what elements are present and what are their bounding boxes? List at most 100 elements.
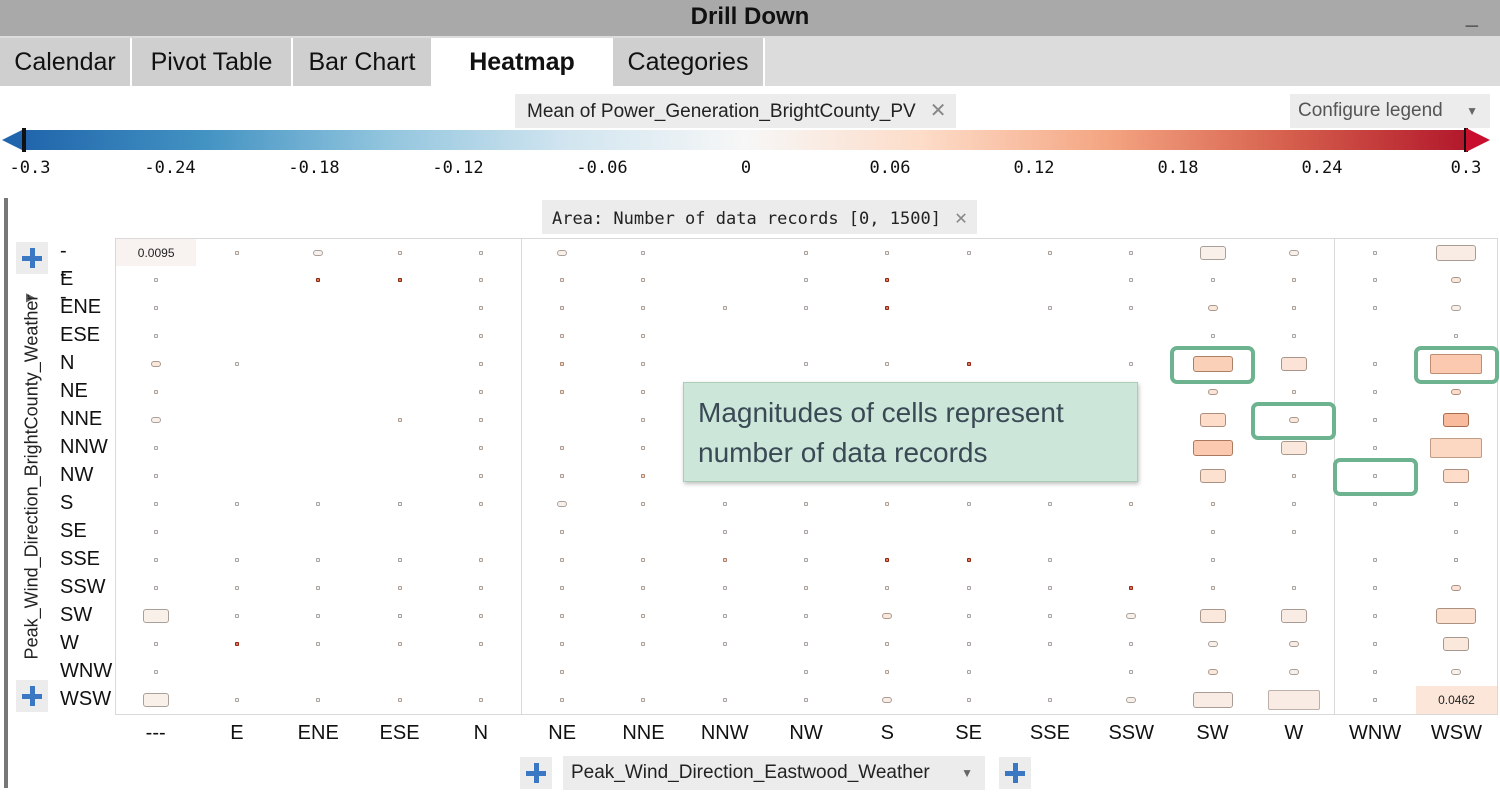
heatmap-cell[interactable] bbox=[846, 686, 929, 715]
heatmap-cell[interactable] bbox=[602, 294, 686, 323]
heatmap-cell[interactable] bbox=[277, 294, 360, 323]
tab-categories[interactable]: Categories bbox=[613, 38, 765, 86]
x-axis-dimension-select[interactable]: Peak_Wind_Direction_Eastwood_Weather ▼ bbox=[563, 756, 985, 790]
area-filter-chip[interactable]: Area: Number of data records [0, 1500] ✕ bbox=[542, 200, 977, 234]
heatmap-cell[interactable] bbox=[115, 546, 198, 575]
heatmap-cell[interactable] bbox=[602, 686, 686, 715]
heatmap-cell[interactable] bbox=[1334, 378, 1417, 407]
heatmap-cell[interactable] bbox=[1334, 266, 1417, 295]
heatmap-cell[interactable] bbox=[846, 266, 929, 295]
heatmap-cell[interactable] bbox=[1171, 574, 1255, 603]
heatmap-cell[interactable] bbox=[277, 602, 360, 631]
heatmap-cell[interactable] bbox=[440, 266, 523, 295]
heatmap-cell[interactable] bbox=[1334, 574, 1417, 603]
heatmap-cell[interactable] bbox=[277, 462, 360, 491]
heatmap-cell[interactable] bbox=[358, 462, 442, 491]
heatmap-cell[interactable] bbox=[846, 490, 929, 519]
heatmap-cell[interactable] bbox=[1253, 574, 1336, 603]
heatmap-cell[interactable] bbox=[602, 322, 686, 351]
heatmap-cell[interactable] bbox=[1171, 686, 1255, 715]
heatmap-cell[interactable] bbox=[1009, 238, 1092, 267]
heatmap-cell[interactable] bbox=[196, 546, 279, 575]
heatmap-cell[interactable] bbox=[521, 434, 604, 463]
heatmap-cell[interactable] bbox=[440, 658, 523, 687]
heatmap-cell[interactable] bbox=[440, 238, 523, 267]
heatmap-cell[interactable] bbox=[440, 378, 523, 407]
heatmap-cell[interactable] bbox=[115, 322, 198, 351]
heatmap-cell[interactable] bbox=[440, 434, 523, 463]
heatmap-cell[interactable] bbox=[684, 658, 767, 687]
tab-bar-chart[interactable]: Bar Chart bbox=[293, 38, 433, 86]
heatmap-cell[interactable] bbox=[928, 602, 1011, 631]
heatmap-cell[interactable] bbox=[846, 518, 929, 547]
heatmap-cell[interactable] bbox=[1415, 462, 1499, 491]
heatmap-cell[interactable] bbox=[115, 378, 198, 407]
heatmap-cell[interactable] bbox=[521, 574, 604, 603]
heatmap-cell[interactable] bbox=[602, 434, 686, 463]
heatmap-cell[interactable] bbox=[440, 490, 523, 519]
heatmap-cell[interactable] bbox=[765, 490, 848, 519]
heatmap-cell[interactable] bbox=[1009, 602, 1092, 631]
heatmap-cell[interactable] bbox=[358, 434, 442, 463]
heatmap-cell[interactable] bbox=[196, 238, 279, 267]
heatmap-cell[interactable] bbox=[521, 350, 604, 379]
heatmap-cell[interactable] bbox=[1253, 350, 1336, 379]
heatmap-cell[interactable] bbox=[440, 406, 523, 435]
heatmap-cell[interactable] bbox=[1090, 294, 1173, 323]
heatmap-cell[interactable] bbox=[765, 238, 848, 267]
close-icon[interactable]: ✕ bbox=[955, 205, 967, 229]
heatmap-cell[interactable] bbox=[1171, 294, 1255, 323]
heatmap-cell[interactable] bbox=[684, 266, 767, 295]
heatmap-cell[interactable] bbox=[765, 518, 848, 547]
heatmap-cell[interactable] bbox=[115, 350, 198, 379]
heatmap-cell[interactable] bbox=[684, 490, 767, 519]
heatmap-cell[interactable] bbox=[1171, 658, 1255, 687]
heatmap-cell[interactable] bbox=[358, 630, 442, 659]
heatmap-cell[interactable] bbox=[1253, 462, 1336, 491]
heatmap-cell[interactable] bbox=[602, 406, 686, 435]
heatmap-cell[interactable] bbox=[521, 238, 604, 267]
configure-legend-dropdown[interactable]: Configure legend ▼ bbox=[1290, 94, 1490, 128]
heatmap-cell[interactable] bbox=[1253, 686, 1336, 715]
heatmap-cell[interactable] bbox=[115, 574, 198, 603]
heatmap-cell[interactable] bbox=[1009, 350, 1092, 379]
heatmap-cell[interactable] bbox=[115, 266, 198, 295]
heatmap-cell[interactable] bbox=[602, 462, 686, 491]
heatmap-cell[interactable] bbox=[115, 434, 198, 463]
heatmap-cell[interactable] bbox=[765, 546, 848, 575]
heatmap-cell[interactable] bbox=[1253, 266, 1336, 295]
heatmap-cell[interactable] bbox=[521, 630, 604, 659]
heatmap-cell[interactable] bbox=[521, 490, 604, 519]
heatmap-cell[interactable] bbox=[602, 266, 686, 295]
heatmap-cell[interactable] bbox=[1090, 658, 1173, 687]
heatmap-cell[interactable] bbox=[277, 322, 360, 351]
heatmap-cell[interactable] bbox=[846, 574, 929, 603]
heatmap-cell[interactable] bbox=[1090, 518, 1173, 547]
heatmap-cell[interactable] bbox=[277, 378, 360, 407]
heatmap-cell[interactable] bbox=[602, 574, 686, 603]
heatmap-cell[interactable] bbox=[277, 574, 360, 603]
heatmap-cell[interactable] bbox=[1090, 546, 1173, 575]
heatmap-cell[interactable] bbox=[521, 266, 604, 295]
heatmap-cell[interactable] bbox=[928, 322, 1011, 351]
heatmap-cell[interactable] bbox=[1171, 266, 1255, 295]
heatmap-cell[interactable] bbox=[1415, 238, 1499, 267]
heatmap-cell[interactable] bbox=[684, 238, 767, 267]
heatmap-cell[interactable] bbox=[1253, 238, 1336, 267]
heatmap-cell[interactable] bbox=[765, 630, 848, 659]
heatmap-cell[interactable] bbox=[846, 238, 929, 267]
heatmap-cell[interactable] bbox=[684, 294, 767, 323]
heatmap-cell[interactable] bbox=[358, 546, 442, 575]
heatmap-cell[interactable] bbox=[196, 574, 279, 603]
heatmap-cell[interactable] bbox=[440, 630, 523, 659]
heatmap-cell[interactable] bbox=[1415, 546, 1499, 575]
heatmap-cell[interactable] bbox=[521, 602, 604, 631]
heatmap-cell[interactable] bbox=[846, 294, 929, 323]
heatmap-cell[interactable] bbox=[684, 518, 767, 547]
heatmap-cell[interactable] bbox=[521, 518, 604, 547]
heatmap-cell[interactable] bbox=[1415, 294, 1499, 323]
heatmap-cell[interactable] bbox=[1415, 266, 1499, 295]
heatmap-cell[interactable] bbox=[358, 238, 442, 267]
heatmap-cell[interactable] bbox=[277, 434, 360, 463]
heatmap-cell[interactable] bbox=[115, 686, 198, 715]
